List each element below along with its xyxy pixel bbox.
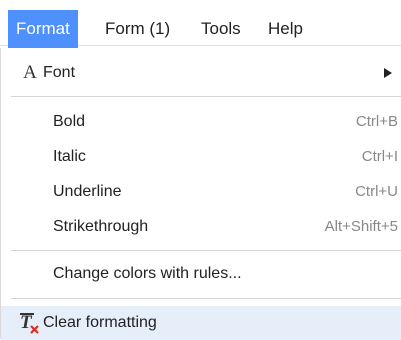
menu-item-underline-shortcut: Ctrl+U <box>355 183 398 200</box>
triangle-right-icon <box>384 68 392 78</box>
menu-item-underline[interactable]: Underline Ctrl+U <box>1 175 401 209</box>
separator <box>11 298 401 299</box>
menu-form[interactable]: Form (1) <box>97 10 178 48</box>
menu-item-bold[interactable]: Bold Ctrl+B <box>1 105 401 139</box>
format-dropdown-menu: A Font Bold Ctrl+B Italic Ctrl+I Underli… <box>0 48 401 340</box>
menu-item-font[interactable]: A Font <box>1 56 401 90</box>
menu-item-bold-shortcut: Ctrl+B <box>355 113 398 130</box>
menu-item-italic[interactable]: Italic Ctrl+I <box>1 140 401 174</box>
menu-item-bold-label: Bold <box>53 113 86 130</box>
menu-item-clear-formatting[interactable]: T Clear formatting <box>1 306 401 340</box>
menu-item-italic-label: Italic <box>53 148 86 165</box>
font-icon: A <box>23 62 37 83</box>
separator <box>11 96 401 97</box>
menu-help[interactable]: Help <box>260 10 311 48</box>
menu-item-strikethrough-label: Strikethrough <box>53 218 149 235</box>
menu-item-strikethrough[interactable]: Strikethrough Alt+Shift+5 <box>1 210 401 244</box>
menu-item-italic-shortcut: Ctrl+I <box>361 148 398 165</box>
menu-item-change-colors-label: Change colors with rules... <box>53 265 242 282</box>
clear-formatting-icon: T <box>20 312 39 334</box>
menu-item-clear-formatting-label: Clear formatting <box>43 314 157 331</box>
menu-item-underline-label: Underline <box>53 183 122 200</box>
menu-bar: Format Form (1) Tools Help <box>0 0 401 48</box>
menu-format[interactable]: Format <box>8 10 78 48</box>
menu-item-strikethrough-shortcut: Alt+Shift+5 <box>324 218 398 235</box>
menu-tools[interactable]: Tools <box>193 10 249 48</box>
separator <box>11 250 401 251</box>
menu-item-font-label: Font <box>43 64 76 81</box>
svg-text:T: T <box>20 312 33 333</box>
menu-item-change-colors[interactable]: Change colors with rules... <box>1 257 401 291</box>
